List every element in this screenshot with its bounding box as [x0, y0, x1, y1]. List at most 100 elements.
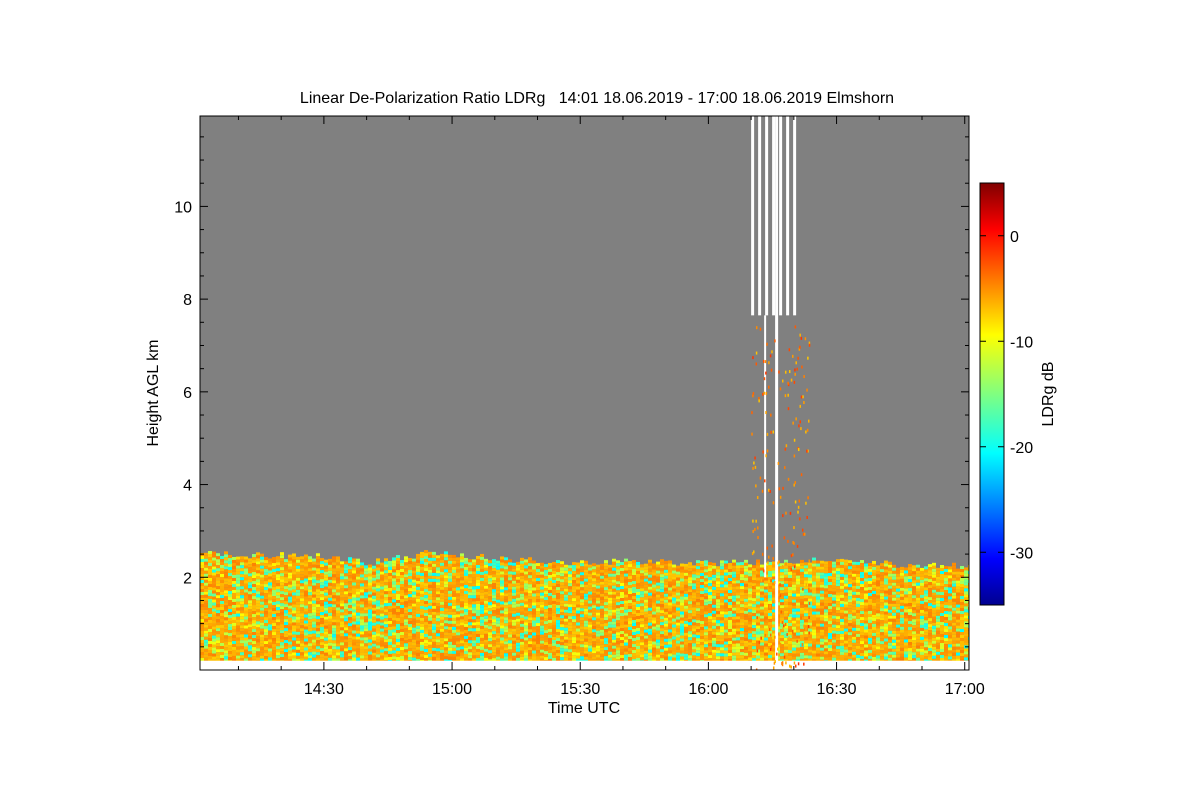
heatmap-cell: [388, 611, 392, 615]
heatmap-cell: [356, 633, 360, 637]
heatmap-cell: [408, 633, 412, 637]
heatmap-cell: [620, 562, 624, 566]
heatmap-cell: [492, 592, 496, 596]
heatmap-cell: [616, 620, 620, 624]
heatmap-cell: [700, 573, 704, 577]
heatmap-cell: [736, 616, 740, 620]
heatmap-cell: [304, 581, 308, 585]
heatmap-cell: [320, 588, 324, 592]
heatmap-cell: [636, 603, 640, 607]
heatmap-cell: [616, 560, 620, 564]
heatmap-cell: [316, 568, 320, 572]
heatmap-cell: [256, 576, 260, 580]
heatmap-cell: [216, 580, 220, 584]
heatmap-cell: [468, 568, 472, 572]
heatmap-cell: [276, 631, 280, 635]
heatmap-cell: [300, 649, 304, 653]
heatmap-cell: [576, 646, 580, 650]
heatmap-cell: [276, 583, 280, 587]
heatmap-cell: [760, 609, 764, 613]
heatmap-cell: [356, 585, 360, 589]
heatmap-cell: [372, 619, 376, 623]
heatmap-cell: [200, 565, 204, 569]
heatmap-cell: [444, 623, 448, 627]
heatmap-cell: [516, 603, 520, 607]
heatmap-cell: [604, 569, 608, 573]
heatmap-cell: [284, 574, 288, 578]
heatmap-cell: [412, 558, 416, 562]
heatmap-cell: [580, 629, 584, 633]
heatmap-cell: [296, 622, 300, 626]
heatmap-cell: [324, 580, 328, 584]
heatmap-cell: [532, 569, 536, 573]
heatmap-cell: [320, 561, 324, 565]
heatmap-cell: [420, 656, 424, 660]
heatmap-cell: [408, 645, 412, 649]
heatmap-cell: [488, 584, 492, 588]
heatmap-cell: [432, 608, 436, 612]
heatmap-cell: [232, 640, 236, 644]
heatmap-cell: [588, 567, 592, 571]
heatmap-cell: [748, 642, 752, 646]
heatmap-cell: [592, 614, 596, 618]
heatmap-cell: [416, 655, 420, 659]
heatmap-cell: [500, 607, 504, 611]
heatmap-cell: [624, 609, 628, 613]
heatmap-cell: [336, 598, 340, 602]
heatmap-cell: [340, 615, 344, 619]
heatmap-cell: [232, 646, 236, 650]
heatmap-cell: [220, 615, 224, 619]
heatmap-cell: [524, 607, 528, 611]
heatmap-cell: [272, 641, 276, 645]
heatmap-cell: [640, 603, 644, 607]
heatmap-cell: [492, 649, 496, 653]
heatmap-cell: [252, 602, 256, 606]
heatmap-cell: [224, 614, 228, 618]
heatmap-cell: [608, 600, 612, 604]
heatmap-cell: [372, 640, 376, 644]
heatmap-cell: [744, 589, 748, 593]
heatmap-cell: [304, 599, 308, 603]
heatmap-cell: [780, 578, 784, 582]
heatmap-cell: [672, 573, 676, 577]
heatmap-cell: [644, 572, 648, 576]
heatmap-cell: [564, 645, 568, 649]
heatmap-cell: [432, 656, 436, 660]
heatmap-cell: [656, 615, 660, 619]
heatmap-cell: [204, 582, 208, 586]
heatmap-cell: [488, 629, 492, 633]
heatmap-cell: [456, 647, 460, 651]
heatmap-cell: [448, 593, 452, 597]
heatmap-cell: [764, 604, 768, 608]
heatmap-cell: [660, 625, 664, 629]
heatmap-cell: [520, 563, 524, 567]
heatmap-cell: [684, 653, 688, 657]
heatmap-cell: [512, 604, 516, 608]
heatmap-cell: [440, 580, 444, 584]
heatmap-cell: [448, 620, 452, 624]
heatmap-cell: [652, 578, 656, 582]
heatmap-cell: [280, 579, 284, 583]
heatmap-cell: [312, 651, 316, 655]
heatmap-cell: [316, 652, 320, 656]
heatmap-cell: [540, 577, 544, 581]
heatmap-cell: [660, 580, 664, 584]
heatmap-cell: [260, 571, 264, 575]
heatmap-cell: [544, 567, 548, 571]
heatmap-cell: [376, 576, 380, 580]
heatmap-cell: [336, 649, 340, 653]
heatmap-cell: [220, 636, 224, 640]
heatmap-cell: [452, 587, 456, 591]
heatmap-cell: [452, 641, 456, 645]
heatmap-cell: [760, 651, 764, 655]
heatmap-cell: [636, 594, 640, 598]
heatmap-cell: [588, 636, 592, 640]
heatmap-cell: [548, 607, 552, 611]
heatmap-cell: [752, 622, 756, 626]
heatmap-cell: [348, 557, 352, 561]
heatmap-cell: [652, 653, 656, 657]
heatmap-cell: [732, 628, 736, 632]
heatmap-cell: [596, 591, 600, 595]
heatmap-cell: [296, 613, 300, 617]
heatmap-cell: [552, 588, 556, 592]
